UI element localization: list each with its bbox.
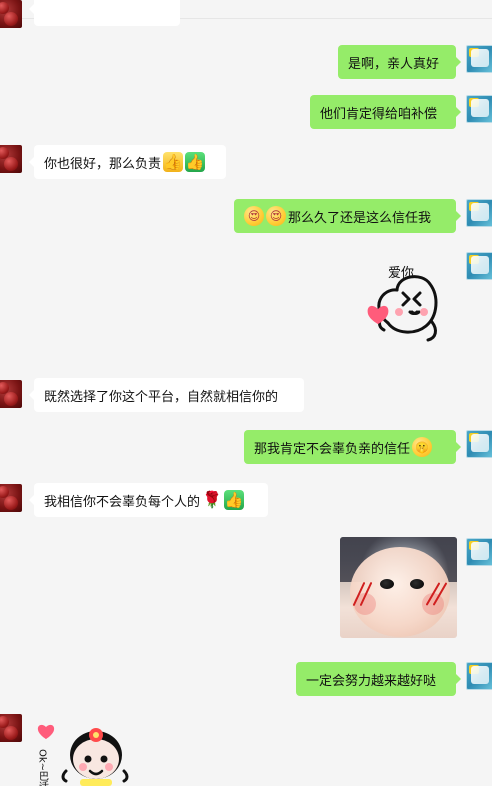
face-icon: 😍 <box>266 206 286 226</box>
avatar-right[interactable] <box>466 199 492 227</box>
avatar-left[interactable] <box>0 380 22 408</box>
face-icon: 😍 <box>244 206 264 226</box>
avatar-left[interactable] <box>0 0 22 28</box>
sticker-caption: Ok~巴适 <box>37 749 49 786</box>
message-text: 既然选择了你这个平台，自然就相信你的 <box>44 389 279 405</box>
message-bubble-left[interactable]: 你也很好，那么负责 👍 👍 <box>29 145 226 179</box>
photo-eye-left <box>380 579 394 589</box>
message-bubble-right[interactable]: 是啊，亲人真好 <box>338 45 461 79</box>
message-bubble-right[interactable]: 一定会努力越来越好哒 <box>296 662 461 696</box>
love-sticker-icon[interactable] <box>360 260 452 346</box>
avatar-left[interactable] <box>0 484 22 512</box>
avatar-art <box>471 666 489 684</box>
message-bubble-left[interactable]: 我相信你不会辜负每个人的 🌹 👍 <box>29 483 268 517</box>
message-text: 那我肯定不会辜负亲的信任 <box>254 441 411 457</box>
avatar-right[interactable] <box>466 45 492 73</box>
avatar-art <box>471 434 489 452</box>
message-text: 我相信你不会辜负每个人的 <box>44 494 201 510</box>
avatar-right[interactable] <box>466 538 492 566</box>
message-bubble-left-partial[interactable] <box>29 0 180 26</box>
message-bubble-right[interactable]: 那我肯定不会辜负亲的信任 🤫 <box>244 430 461 464</box>
baby-photo-image[interactable] <box>340 537 457 638</box>
face-icon: 🤫 <box>412 437 433 457</box>
avatar-art <box>471 256 489 274</box>
avatar-art <box>471 49 489 67</box>
avatar-left[interactable] <box>0 714 22 742</box>
message-bubble-right[interactable]: 😍 😍 那么久了还是这么信任我 <box>234 199 461 233</box>
ok-sticker-icon[interactable]: Ok~巴适 <box>36 715 136 786</box>
avatar-right[interactable] <box>466 662 492 690</box>
chat-window: 是啊，亲人真好 他们肯定得给咱补偿 你也很好，那么负责 👍 👍 😍 😍 那么久了… <box>0 0 492 786</box>
message-text: 你也很好，那么负责 <box>44 156 162 172</box>
thumbs-up-icon: 👍 <box>185 152 206 172</box>
rose-icon: 🌹 <box>202 490 222 509</box>
message-text: 他们肯定得给咱补偿 <box>320 106 438 122</box>
thumbs-up-icon: 👍 <box>163 152 184 172</box>
thumbs-up-icon: 👍 <box>224 490 245 510</box>
avatar-right[interactable] <box>466 95 492 123</box>
message-text: 是啊，亲人真好 <box>348 56 440 72</box>
avatar-art <box>471 99 489 117</box>
photo-eye-right <box>410 579 424 589</box>
avatar-right[interactable] <box>466 252 492 280</box>
message-bubble-right[interactable]: 他们肯定得给咱补偿 <box>310 95 461 129</box>
avatar-art <box>471 203 489 221</box>
avatar-left[interactable] <box>0 145 22 173</box>
message-text: 那么久了还是这么信任我 <box>288 210 432 226</box>
message-bubble-left[interactable]: 既然选择了你这个平台，自然就相信你的 <box>29 378 304 412</box>
avatar-art <box>471 542 489 560</box>
avatar-right[interactable] <box>466 430 492 458</box>
message-text: 一定会努力越来越好哒 <box>306 673 437 689</box>
